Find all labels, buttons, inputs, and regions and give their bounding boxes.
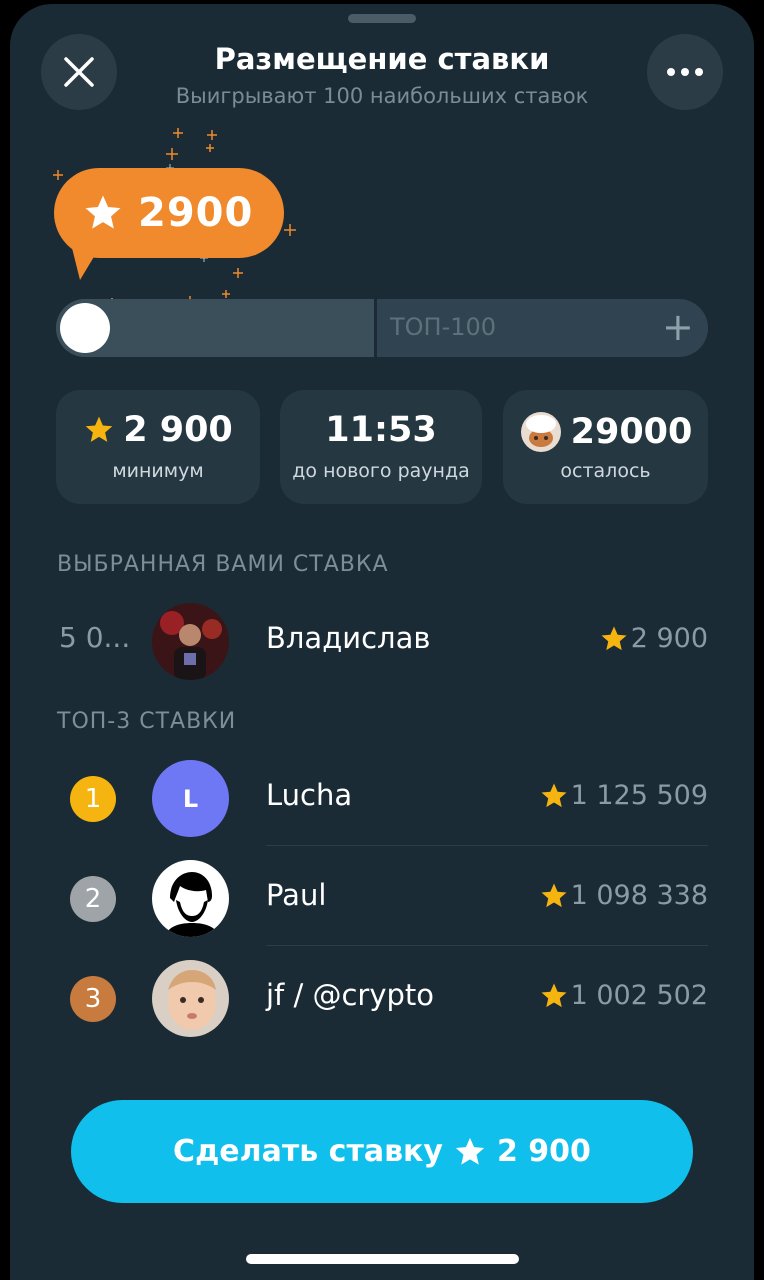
row-amount-value: 1 125 509 xyxy=(570,780,708,811)
row-divider xyxy=(266,945,708,946)
star-icon xyxy=(85,195,121,229)
star-icon xyxy=(541,783,567,807)
plus-icon[interactable]: + xyxy=(662,305,694,349)
your-bid-row[interactable]: 5 0... Владислав 2 900 xyxy=(56,593,708,689)
rank-medal: 3 xyxy=(70,976,116,1022)
bid-amount-value: 2900 xyxy=(138,190,254,236)
avatar xyxy=(152,603,229,680)
row-name: jf / @crypto xyxy=(266,978,435,1012)
row-divider xyxy=(266,845,708,846)
row-amount: 1 125 509 xyxy=(539,780,708,811)
stat-remaining-label: осталось xyxy=(560,460,651,482)
place-bid-amount: 2 900 xyxy=(496,1134,591,1169)
row-name: Lucha xyxy=(266,778,353,812)
row-amount: 1 002 502 xyxy=(539,980,708,1011)
stat-minimum-value: 2 900 xyxy=(123,410,233,450)
avatar xyxy=(152,860,229,937)
row-amount-value: 1 002 502 xyxy=(570,980,708,1011)
slider-thumb[interactable] xyxy=(60,303,110,353)
stat-remaining-value: 29000 xyxy=(570,412,693,452)
row-name: Paul xyxy=(266,878,327,912)
your-bid-amount: 2 900 xyxy=(599,623,708,654)
avatar xyxy=(152,960,229,1037)
star-icon xyxy=(541,883,567,907)
rank-medal: 1 xyxy=(70,776,116,822)
stat-minimum-label: минимум xyxy=(112,460,204,482)
star-icon xyxy=(85,416,113,442)
stat-remaining: 29000 осталось xyxy=(503,390,708,504)
star-icon xyxy=(455,1137,485,1165)
top3-section-label: ТОП-3 СТАВКИ xyxy=(57,709,237,734)
place-bid-label: Сделать ставку xyxy=(173,1134,443,1169)
bid-slider[interactable]: ТОП-100 + xyxy=(56,299,708,357)
bubble-tail xyxy=(70,240,104,280)
slider-top-label: ТОП-100 xyxy=(390,313,497,341)
more-icon xyxy=(667,68,703,76)
stat-timer: 11:53 до нового раунда xyxy=(280,390,482,504)
star-icon xyxy=(541,983,567,1007)
rank-medal: 2 xyxy=(70,876,116,922)
your-bid-section-label: ВЫБРАННАЯ ВАМИ СТАВКА xyxy=(57,552,389,577)
more-button[interactable] xyxy=(647,34,723,110)
table-row[interactable]: 2 Paul 1 098 338 xyxy=(56,850,708,946)
home-indicator[interactable] xyxy=(246,1254,519,1264)
place-bid-button[interactable]: Сделать ставку 2 900 xyxy=(71,1100,693,1203)
slider-divider xyxy=(374,299,377,357)
item-icon xyxy=(520,412,561,452)
avatar: L xyxy=(152,760,229,837)
your-bid-name: Владислав xyxy=(266,621,431,655)
your-bid-rank: 5 0... xyxy=(59,621,131,654)
stat-minimum: 2 900 минимум xyxy=(56,390,260,504)
row-amount: 1 098 338 xyxy=(539,880,708,911)
your-bid-amount-value: 2 900 xyxy=(630,623,708,654)
stat-timer-label: до нового раунда xyxy=(292,460,470,482)
table-row[interactable]: 1 L Lucha 1 125 509 xyxy=(56,750,708,846)
sheet-grabber[interactable] xyxy=(348,14,416,23)
table-row[interactable]: 3 jf / @crypto 1 002 502 xyxy=(56,950,708,1046)
stat-timer-value: 11:53 xyxy=(325,410,437,450)
star-icon xyxy=(601,626,627,650)
row-amount-value: 1 098 338 xyxy=(570,880,708,911)
